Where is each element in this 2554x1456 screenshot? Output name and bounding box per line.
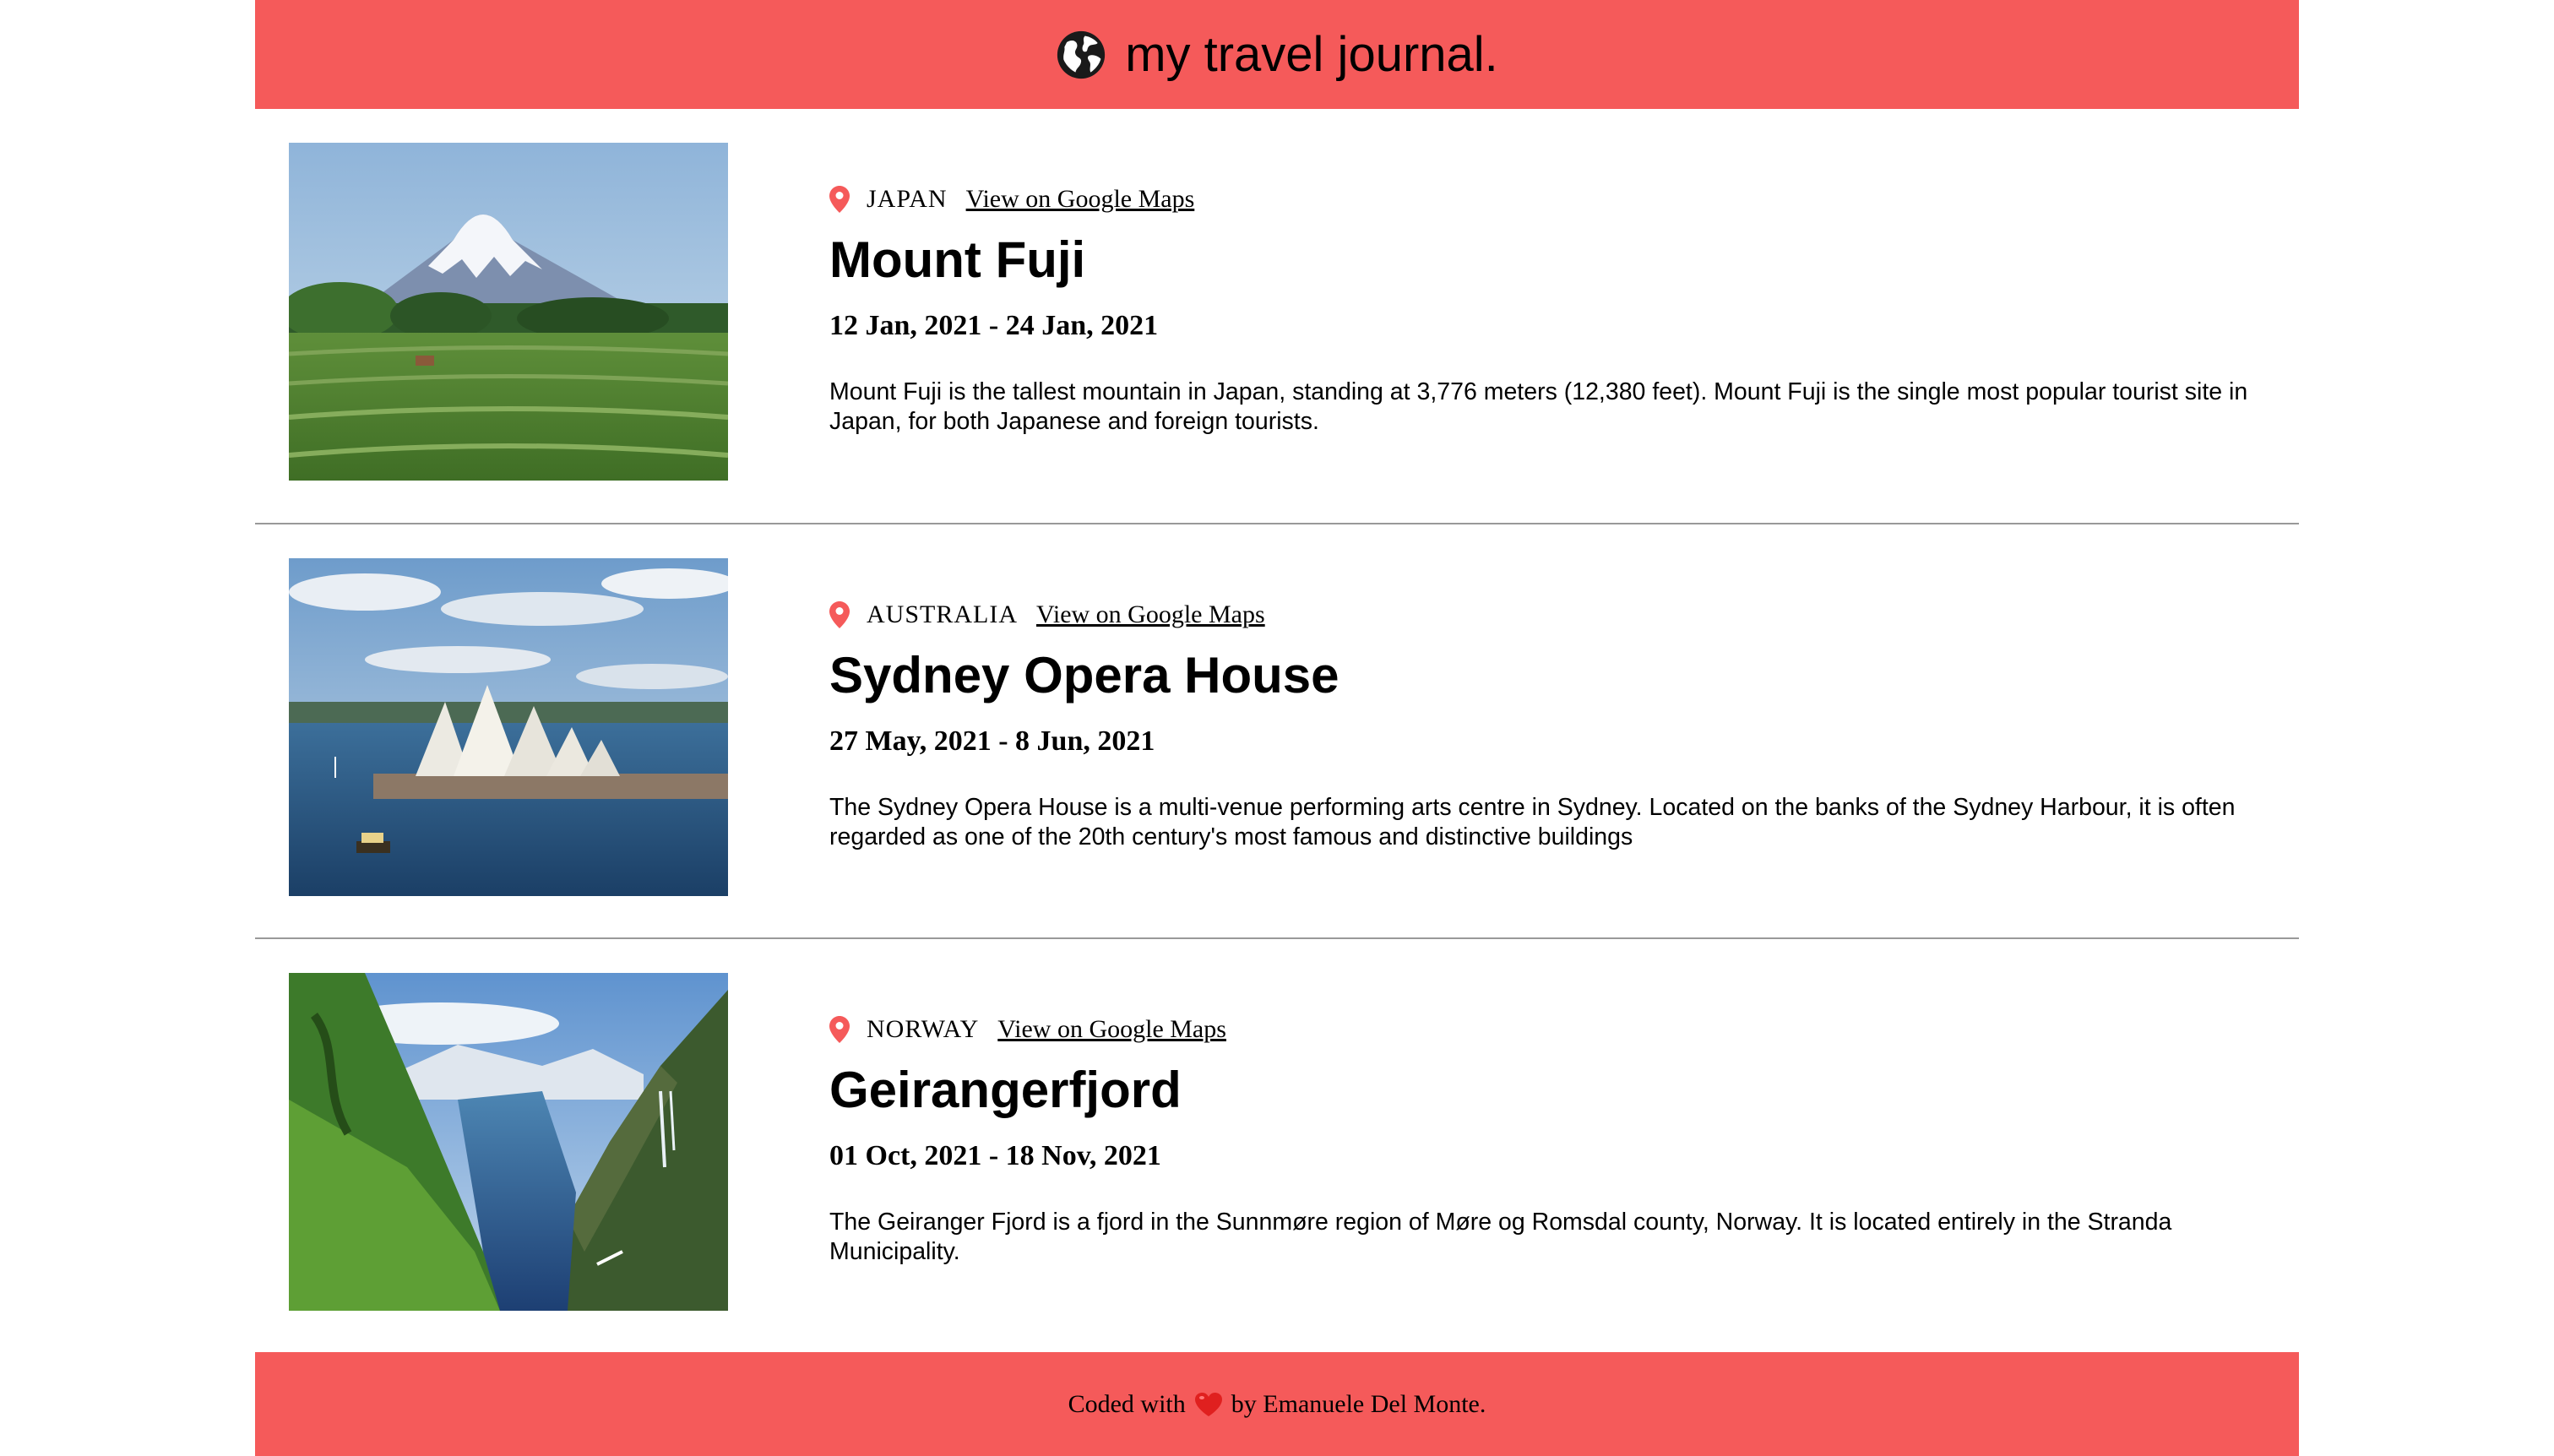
footer-prefix: Coded with: [1068, 1389, 1186, 1418]
country-label: JAPAN: [867, 185, 948, 213]
location-row: NORWAY View on Google Maps: [829, 1012, 1226, 1047]
globe-icon: [1057, 30, 1106, 79]
entry-dates: 01 Oct, 2021 - 18 Nov, 2021: [829, 1140, 1161, 1171]
google-maps-link[interactable]: View on Google Maps: [966, 185, 1195, 214]
footer-credit: Coded with by Emanuele Del Monte.: [1068, 1390, 1486, 1419]
app-title: my travel journal.: [1125, 26, 1498, 82]
location-row: JAPAN View on Google Maps: [829, 182, 1194, 217]
entry-dates: 12 Jan, 2021 - 24 Jan, 2021: [829, 310, 1159, 341]
map-pin-icon: [829, 186, 850, 213]
entry-title: Mount Fuji: [829, 231, 1086, 288]
header-bar: my travel journal.: [255, 0, 2299, 109]
map-pin-icon: [829, 601, 850, 628]
heart-icon: [1194, 1392, 1222, 1416]
footer-bar: Coded with by Emanuele Del Monte.: [255, 1352, 2299, 1456]
map-pin-icon: [829, 1016, 850, 1043]
journal-entry: NORWAY View on Google Maps Geirangerfjor…: [255, 939, 2299, 1355]
entry-description: The Geiranger Fjord is a fjord in the Su…: [829, 1209, 2172, 1265]
journal-entry: JAPAN View on Google Maps Mount Fuji 12 …: [255, 109, 2299, 524]
country-label: NORWAY: [867, 1015, 980, 1043]
country-label: AUSTRALIA: [867, 600, 1018, 628]
sydney-opera-house-photo: [289, 558, 728, 896]
footer-author: by Emanuele Del Monte.: [1231, 1389, 1486, 1418]
entry-description: The Sydney Opera House is a multi-venue …: [829, 794, 2236, 850]
entry-title: Geirangerfjord: [829, 1062, 1182, 1118]
geirangerfjord-photo: [289, 973, 728, 1311]
entry-description: Mount Fuji is the tallest mountain in Ja…: [829, 378, 2248, 435]
entry-title: Sydney Opera House: [829, 647, 1339, 704]
entry-dates: 27 May, 2021 - 8 Jun, 2021: [829, 725, 1155, 757]
google-maps-link[interactable]: View on Google Maps: [997, 1015, 1226, 1044]
location-row: AUSTRALIA View on Google Maps: [829, 597, 1265, 633]
journal-entry: AUSTRALIA View on Google Maps Sydney Ope…: [255, 524, 2299, 940]
mount-fuji-photo: [289, 143, 728, 481]
google-maps-link[interactable]: View on Google Maps: [1036, 600, 1265, 629]
header-content: my travel journal.: [1056, 30, 1498, 80]
travel-journal-page: my travel journal. JAPAN View on Google …: [255, 0, 2299, 1456]
